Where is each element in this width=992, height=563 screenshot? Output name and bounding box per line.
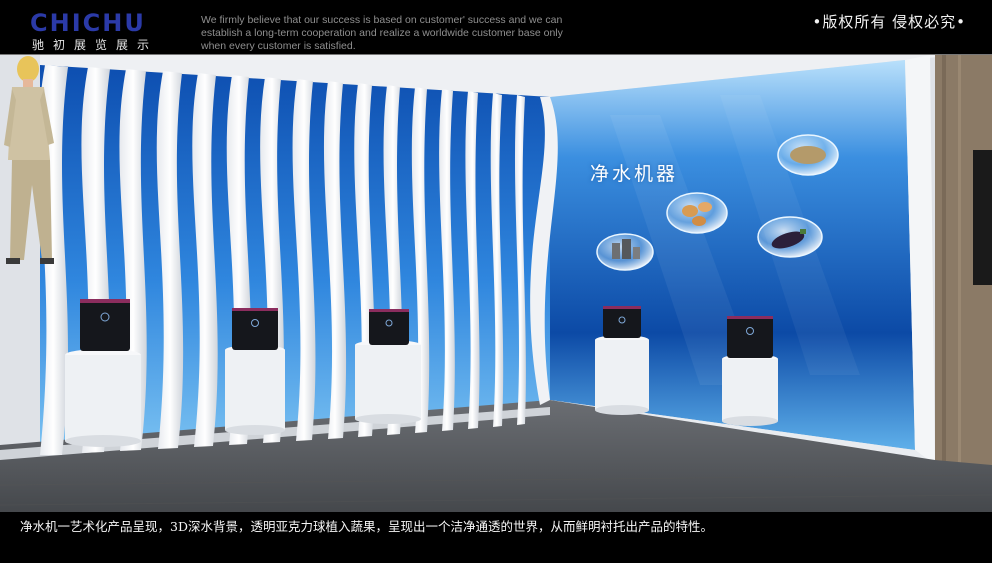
exhibition-render: 净水机器 bbox=[0, 55, 992, 512]
caption-band: 净水机一艺术化产品呈现，3D深水背景，透明亚克力球植入蔬果，呈现出一个洁净通透的… bbox=[0, 512, 992, 563]
copyright-notice: •版权所有 侵权必究• bbox=[812, 13, 966, 31]
pedestal-5 bbox=[722, 316, 778, 426]
caption-text: 净水机一艺术化产品呈现，3D深水背景，透明亚克力球植入蔬果，呈现出一个洁净通透的… bbox=[20, 519, 713, 534]
logo-subtitle: 驰初展览展示 bbox=[32, 38, 159, 52]
booth-illustration bbox=[0, 55, 992, 512]
bubble-grain-icon bbox=[777, 134, 839, 176]
wall-title: 净水机器 bbox=[590, 163, 679, 185]
visitor-figure bbox=[4, 56, 54, 264]
company-slogan: We firmly believe that our success is ba… bbox=[201, 14, 563, 52]
pedestal-4 bbox=[595, 306, 649, 415]
bubble-egg-icon bbox=[666, 192, 728, 234]
pedestal-2 bbox=[225, 308, 285, 435]
header: CHICHU 驰初展览展示 We firmly believe that our… bbox=[0, 0, 992, 55]
bubble-eggplant-icon bbox=[757, 216, 823, 258]
logo-wordmark: CHICHU bbox=[30, 9, 146, 37]
brand-logo: CHICHU 驰初展览展示 bbox=[30, 9, 195, 52]
bubble-building-icon bbox=[596, 233, 654, 271]
